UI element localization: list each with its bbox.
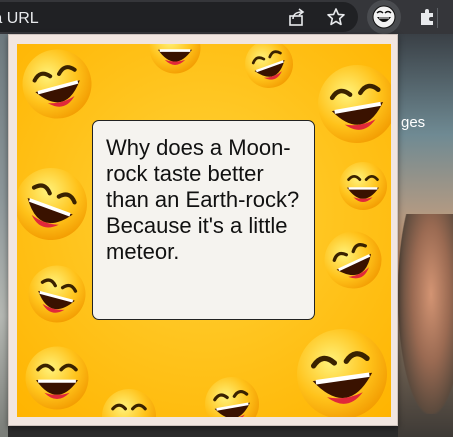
- bookmark-star-icon[interactable]: [323, 4, 349, 30]
- extension-popup: Why does a Moon-rock taste better than a…: [8, 34, 398, 426]
- share-icon[interactable]: [284, 4, 310, 30]
- joke-text: Why does a Moon-rock taste better than a…: [106, 135, 300, 264]
- joke-text-box: Why does a Moon-rock taste better than a…: [92, 120, 315, 320]
- toolbar-divider: [437, 8, 438, 28]
- background-image-left: [0, 34, 8, 437]
- joke-extension-icon[interactable]: [367, 0, 401, 34]
- background-rock: [398, 214, 453, 414]
- address-bar-placeholder: e a URL: [0, 10, 39, 27]
- browser-toolbar: e a URL: [0, 0, 453, 34]
- joke-card: Why does a Moon-rock taste better than a…: [17, 44, 391, 417]
- background-page-label: ges: [401, 114, 426, 131]
